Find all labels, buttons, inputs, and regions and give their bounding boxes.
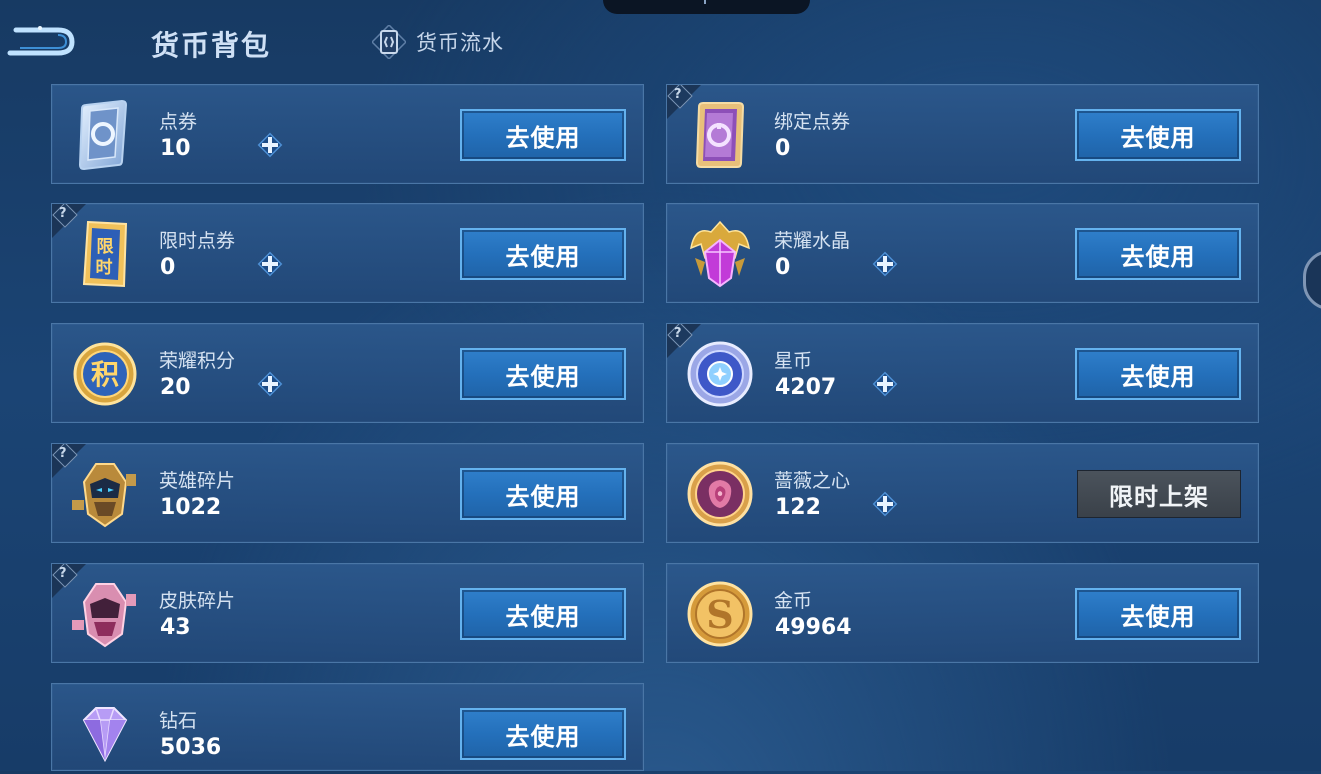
currency-card: ? 绑定点券 0 去使用	[666, 84, 1259, 184]
currency-amount: 0	[775, 255, 791, 280]
diamond-icon	[70, 698, 140, 770]
currency-name: 金币	[774, 590, 813, 612]
skin-fragment-icon	[70, 578, 140, 650]
currency-card: S 金币 49964 去使用	[666, 563, 1259, 663]
currency-amount: 20	[160, 375, 191, 400]
glory-points-icon: 积	[70, 338, 140, 410]
currency-card: 点券 10 去使用	[51, 84, 644, 184]
currency-name: 绑定点券	[774, 111, 851, 133]
currency-card: ? 星币 4207 去使用	[666, 323, 1259, 423]
add-currency-button[interactable]	[256, 131, 284, 159]
add-currency-button[interactable]	[871, 250, 899, 278]
add-currency-button[interactable]	[871, 490, 899, 518]
svg-text:积: 积	[91, 358, 119, 391]
currency-card: ? 皮肤碎片 43 去使用	[51, 563, 644, 663]
currency-name: 皮肤碎片	[159, 590, 236, 612]
use-button[interactable]: 去使用	[460, 468, 626, 520]
use-button[interactable]: 去使用	[1075, 109, 1241, 161]
currency-flow-label: 货币流水	[416, 31, 504, 55]
use-button[interactable]: 去使用	[460, 109, 626, 161]
currency-amount: 10	[160, 136, 191, 161]
currency-amount: 43	[160, 615, 191, 640]
use-button[interactable]: 去使用	[460, 348, 626, 400]
currency-amount: 4207	[775, 375, 837, 400]
use-button[interactable]: 去使用	[460, 588, 626, 640]
currency-amount: 49964	[775, 615, 852, 640]
currency-name: 荣耀积分	[159, 350, 236, 372]
use-button[interactable]: 去使用	[1075, 228, 1241, 280]
currency-flow-link[interactable]: 货币流水	[372, 24, 504, 60]
page-title: 货币背包	[151, 29, 272, 62]
currency-name: 蔷薇之心	[774, 470, 851, 492]
currency-card: 钻石 5036 去使用	[51, 683, 644, 771]
svg-text:时: 时	[96, 258, 113, 278]
currency-card: ? 限时限时点券 0 去使用	[51, 203, 644, 303]
glory-crystal-icon	[685, 218, 755, 290]
header: 货币背包 货币流水	[0, 0, 1321, 80]
svg-text:S: S	[706, 592, 733, 637]
currency-name: 英雄碎片	[159, 470, 236, 492]
add-currency-button[interactable]	[871, 370, 899, 398]
star-coin-icon	[685, 338, 755, 410]
currency-amount: 1022	[160, 495, 222, 520]
use-button[interactable]: 去使用	[460, 708, 626, 760]
limited-time-button[interactable]: 限时上架	[1077, 470, 1241, 518]
currency-amount: 0	[775, 136, 791, 161]
purple-coupon-icon	[685, 99, 755, 171]
currency-name: 钻石	[159, 710, 198, 732]
limited-coupon-icon: 限时	[70, 218, 140, 290]
blue-coupon-icon	[70, 99, 140, 171]
card-swap-icon	[372, 25, 406, 59]
currency-amount: 122	[775, 495, 821, 520]
svg-text:限: 限	[97, 237, 114, 257]
currency-name: 荣耀水晶	[774, 230, 851, 252]
currency-card: 蔷薇之心 122 限时上架	[666, 443, 1259, 543]
add-currency-button[interactable]	[256, 250, 284, 278]
back-arrow-icon[interactable]	[6, 22, 76, 58]
add-currency-button[interactable]	[256, 370, 284, 398]
currency-amount: 5036	[160, 735, 222, 760]
currency-amount: 0	[160, 255, 176, 280]
currency-name: 星币	[774, 350, 813, 372]
side-pull-tab[interactable]	[1303, 250, 1321, 310]
currency-card: 积 荣耀积分 20 去使用	[51, 323, 644, 423]
use-button[interactable]: 去使用	[460, 228, 626, 280]
use-button[interactable]: 去使用	[1075, 348, 1241, 400]
gold-coin-icon: S	[685, 578, 755, 650]
hero-fragment-icon	[70, 458, 140, 530]
currency-name: 限时点券	[159, 230, 236, 252]
currency-card: ? 英雄碎片 1022 去使用	[51, 443, 644, 543]
use-button[interactable]: 去使用	[1075, 588, 1241, 640]
currency-card: 荣耀水晶 0 去使用	[666, 203, 1259, 303]
currency-name: 点券	[159, 111, 198, 133]
rose-heart-icon	[685, 458, 755, 530]
